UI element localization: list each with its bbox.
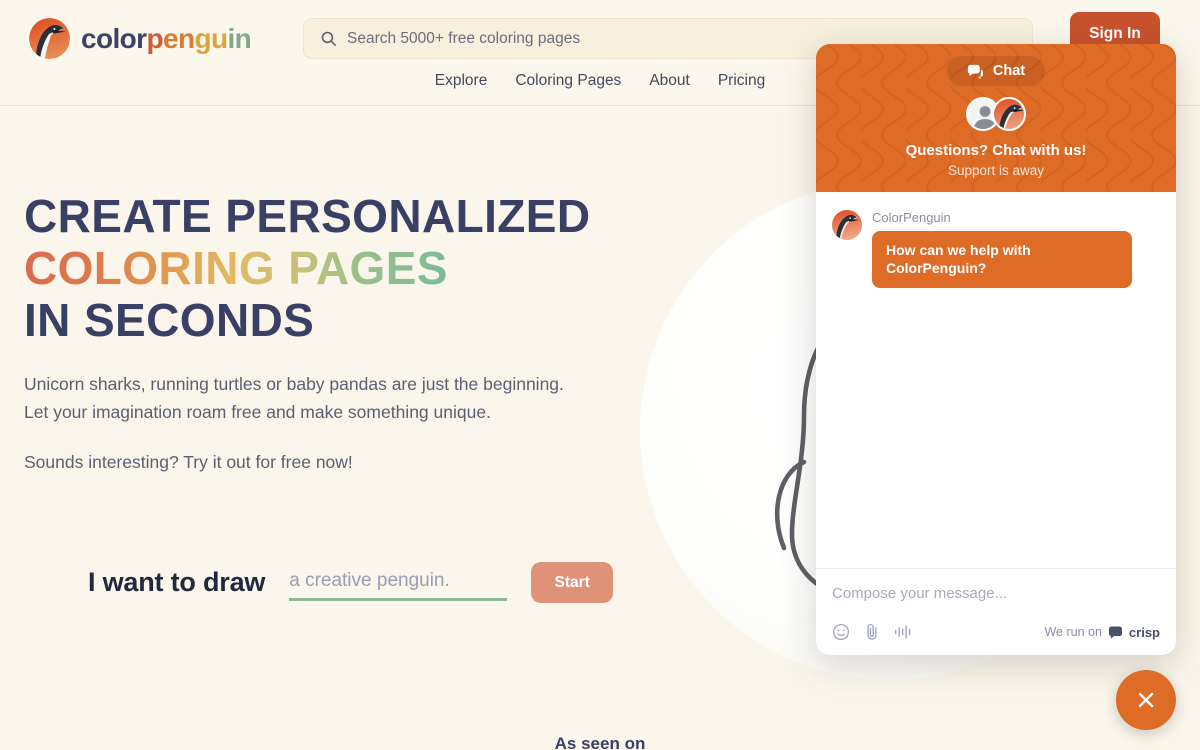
hero-paragraph-2: Sounds interesting? Try it out for free …	[24, 452, 353, 472]
message-sender-avatar	[832, 210, 862, 240]
draw-prompt-label: I want to draw	[88, 567, 266, 597]
chat-status-text: Support is away	[947, 163, 1045, 178]
chat-tab-pill[interactable]: Chat	[946, 56, 1046, 86]
nav-item-coloring-pages[interactable]: Coloring Pages	[515, 72, 621, 90]
chat-widget: Chat Questions? Chat with us! Support is…	[816, 44, 1176, 655]
draw-prompt-row: I want to draw Start	[88, 562, 614, 603]
logo[interactable]: colorpenguin	[29, 18, 252, 59]
chat-message: ColorPenguin How can we help with ColorP…	[832, 210, 1160, 288]
powered-by-prefix: We run on	[1044, 625, 1102, 639]
powered-by-crisp[interactable]: We run on crisp	[1044, 625, 1160, 640]
chat-message-list: ColorPenguin How can we help with ColorP…	[816, 192, 1176, 568]
logo-wordmark: colorpenguin	[81, 22, 252, 54]
page-title: Create personalized coloring pages in se…	[24, 190, 624, 346]
message-content: ColorPenguin How can we help with ColorP…	[872, 210, 1132, 288]
headline-line-1: Create personalized	[24, 190, 591, 242]
headline-line-3: in seconds	[24, 294, 315, 346]
message-sender-name: ColorPenguin	[872, 210, 951, 225]
logo-word-color: color	[81, 22, 147, 54]
search-icon	[321, 31, 337, 47]
penguin-logo-icon	[29, 18, 70, 59]
chat-header-title: Questions? Chat with us!	[905, 142, 1087, 159]
crisp-name: crisp	[1128, 624, 1160, 640]
draw-prompt-input[interactable]	[289, 564, 508, 601]
agent-penguin-avatar	[992, 97, 1026, 131]
attachment-icon[interactable]	[864, 623, 880, 641]
audio-message-icon[interactable]	[894, 624, 913, 640]
chat-close-button[interactable]	[1116, 670, 1176, 730]
headline-line-2: coloring pages	[24, 242, 448, 294]
hero-paragraph-1: Unicorn sharks, running turtles or baby …	[24, 374, 564, 422]
compose-message-input[interactable]	[832, 585, 1160, 602]
composer-icons	[832, 623, 913, 641]
crisp-logo-icon	[1108, 626, 1122, 639]
chat-agent-avatars	[966, 97, 1026, 131]
nav-item-pricing[interactable]: Pricing	[718, 72, 765, 90]
chat-tab-label: Chat	[992, 63, 1026, 79]
message-bubble: How can we help with ColorPenguin?	[872, 231, 1132, 288]
composer-toolbar: We run on crisp	[832, 623, 1160, 641]
chat-bubbles-icon	[967, 64, 983, 79]
chat-widget-header: Chat Questions? Chat with us! Support is…	[816, 44, 1176, 192]
nav-item-about[interactable]: About	[649, 72, 690, 90]
nav-item-explore[interactable]: Explore	[435, 72, 488, 90]
as-seen-on-label: As seen on	[554, 734, 646, 750]
chat-composer: We run on crisp	[816, 568, 1176, 655]
draw-prompt-field[interactable]	[289, 564, 508, 601]
start-button[interactable]: Start	[531, 562, 614, 603]
hero-copy: Create personalized coloring pages in se…	[24, 190, 624, 476]
close-icon	[1138, 692, 1154, 708]
emoji-icon[interactable]	[832, 623, 850, 641]
